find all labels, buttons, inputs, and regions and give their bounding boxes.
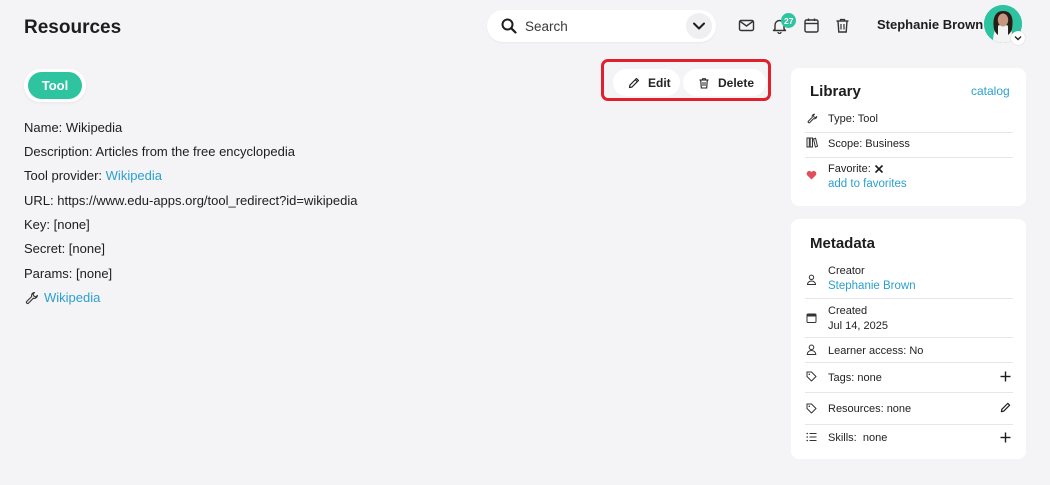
divider (805, 337, 1013, 338)
divider (805, 424, 1013, 425)
provider-link[interactable]: Wikipedia (106, 168, 162, 183)
learner-access: Learner access: No (828, 345, 924, 357)
detail-provider: Tool provider: Wikipedia (24, 168, 162, 183)
divider (805, 157, 1013, 158)
resources-value: Resources: none (828, 403, 912, 415)
detail-key: Key: [none] (24, 217, 90, 232)
person-icon (806, 344, 817, 355)
tag-icon (806, 371, 817, 382)
library-title: Library (810, 83, 861, 100)
catalog-link[interactable]: catalog (971, 84, 1010, 98)
creator-label: Creator (828, 265, 865, 277)
books-icon (806, 137, 818, 148)
creator-link[interactable]: Stephanie Brown (828, 280, 916, 292)
edit-button-label: Edit (648, 75, 671, 90)
skills-value: Skills: none (828, 432, 888, 444)
search-bar[interactable] (487, 10, 716, 42)
search-scope-dropdown[interactable] (686, 13, 712, 39)
pencil-icon[interactable] (1000, 402, 1011, 413)
metadata-title: Metadata (810, 235, 876, 252)
chevron-down-icon (1014, 36, 1022, 41)
notification-count-badge: 27 (781, 13, 797, 28)
created-date: Jul 14, 2025 (828, 320, 888, 332)
divider (805, 392, 1013, 393)
wrench-icon (25, 291, 38, 304)
calendar-icon (806, 313, 817, 323)
detail-name: Name: Wikipedia (24, 120, 123, 135)
search-icon (501, 18, 517, 34)
search-input[interactable] (525, 18, 675, 34)
divider (805, 362, 1013, 363)
add-skill-plus-icon[interactable] (1000, 432, 1011, 443)
creator-icon (807, 274, 816, 285)
resource-type-tag: Tool (24, 69, 86, 102)
detail-secret: Secret: [none] (24, 241, 105, 256)
wrench-icon (807, 113, 818, 124)
favorite-label: Favorite: (828, 163, 871, 175)
library-type: Type: Tool (828, 113, 878, 125)
tags-value: Tags: none (828, 372, 882, 384)
resource-type-label: Tool (28, 72, 82, 99)
delete-button[interactable]: Delete (683, 69, 766, 96)
pencil-icon (628, 77, 640, 88)
launch-tool-link[interactable]: Wikipedia (44, 290, 100, 305)
launch-tool[interactable]: Wikipedia (24, 290, 100, 305)
trash-icon (699, 77, 709, 89)
detail-provider-label: Tool provider: (24, 168, 106, 183)
mail-icon[interactable] (738, 17, 755, 34)
heart-icon (806, 170, 817, 180)
detail-params: Params: [none] (24, 266, 113, 281)
detail-url: URL: https://www.edu-apps.org/tool_redir… (24, 193, 358, 208)
divider (805, 132, 1013, 133)
list-icon (806, 432, 817, 442)
created-label: Created (828, 305, 868, 317)
tag-icon (806, 403, 817, 414)
edit-button[interactable]: Edit (613, 69, 680, 96)
delete-button-label: Delete (718, 75, 755, 90)
add-to-favorites-link[interactable]: add to favorites (828, 178, 907, 190)
trash-icon[interactable] (834, 17, 851, 34)
resource-actions: Edit Delete (601, 59, 771, 101)
chevron-down-icon (693, 22, 705, 30)
add-tag-plus-icon[interactable] (1000, 371, 1011, 382)
library-scope: Scope: Business (828, 138, 910, 150)
calendar-icon[interactable] (803, 17, 820, 34)
close-icon[interactable] (874, 164, 884, 174)
user-name: Stephanie Brown (877, 17, 984, 32)
detail-description: Description: Articles from the free ency… (24, 144, 295, 159)
avatar-menu-toggle[interactable] (1011, 31, 1025, 45)
library-card: Library catalog Type: Tool Scope: Busine… (791, 68, 1026, 206)
metadata-card: Metadata Creator Stephanie Brown Created… (791, 219, 1026, 459)
divider (805, 298, 1013, 299)
page-title: Resources (24, 17, 122, 38)
